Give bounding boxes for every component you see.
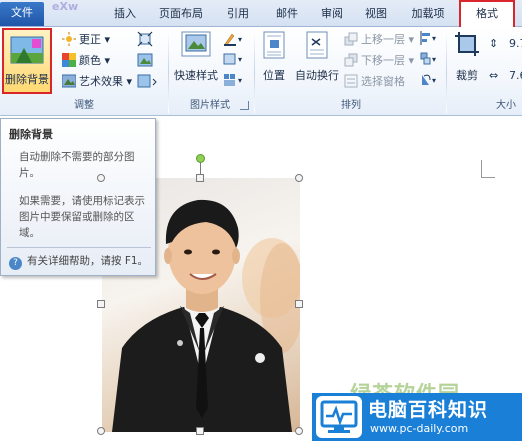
bring-forward-button[interactable]: 上移一层 ▾ (344, 31, 414, 49)
wrap-text-icon (306, 31, 328, 59)
resize-handle-bottom-left[interactable] (97, 427, 105, 435)
artistic-effects-label: 艺术效果 (79, 75, 123, 88)
monitor-icon (316, 396, 362, 438)
selection-pane-label: 选择窗格 (361, 75, 405, 88)
tab-format[interactable]: 格式 (459, 0, 515, 27)
picture-layout-icon[interactable]: ▾ (223, 73, 247, 87)
tab-file[interactable]: 文件 (0, 2, 44, 26)
resize-handle-right[interactable] (295, 300, 303, 308)
resize-handle-top-right[interactable] (295, 174, 303, 182)
compress-pictures-icon[interactable] (137, 31, 153, 47)
svg-text:▾: ▾ (432, 76, 436, 85)
width-value: 7.6 (509, 69, 522, 82)
ribbon-tab-row: 文件 eXw 插入 页面布局 引用 邮件 审阅 视图 加载项 格式 (0, 0, 522, 27)
quick-styles-icon (181, 31, 211, 57)
tooltip-divider (7, 247, 151, 248)
rotate-icon[interactable]: ▾ (420, 73, 440, 87)
group-separator (254, 31, 255, 113)
svg-text:▾: ▾ (238, 76, 242, 85)
remove-background-label: 删除背景 (5, 73, 49, 86)
width-field[interactable]: ⇔ 7.6 (489, 67, 522, 87)
height-value: 9.7 (509, 37, 522, 50)
align-icon[interactable]: ▾ (420, 31, 440, 45)
resize-handle-bottom-right[interactable] (295, 427, 303, 435)
send-backward-button[interactable]: 下移一层 ▾ (344, 52, 414, 70)
tooltip-text: 自动删除不需要的部分图 (19, 151, 135, 163)
reset-picture-icon[interactable] (137, 73, 159, 89)
ribbon: 删除背景 更正 ▾ 颜色 ▾ 艺术效果 ▾ 调整 快速样式 ▾ ▾ ▾ 图片样式… (0, 27, 522, 116)
height-field[interactable]: ⇕ 9.7 (489, 35, 522, 55)
corrections-label: 更正 (79, 33, 101, 46)
picture-styles-group-label: 图片样式 (190, 100, 230, 111)
height-icon: ⇕ (489, 37, 499, 50)
quick-styles-label: 快速样式 (174, 69, 218, 82)
tooltip-text: 图片中要保留或删除的区 (19, 211, 135, 223)
tab-addins[interactable]: 加载项 (406, 4, 450, 26)
wrap-text-button[interactable]: 自动换行 (294, 29, 340, 89)
color-palette-icon (62, 53, 76, 67)
remove-background-tooltip: 删除背景 自动删除不需要的部分图 片。 如果需要，请使用标记表示 图片中要保留或… (0, 118, 156, 276)
group-objects-icon[interactable]: ▾ (420, 52, 440, 66)
adjust-group-label: 调整 (74, 100, 94, 111)
tab-review[interactable]: 审阅 (315, 4, 349, 26)
crop-label: 裁剪 (456, 69, 478, 82)
help-icon: ? (9, 257, 22, 270)
color-label: 颜色 (79, 54, 101, 67)
resize-handle-bottom[interactable] (196, 427, 204, 435)
color-button[interactable]: 颜色 ▾ (62, 52, 110, 70)
watermark-badge: 电脑百科知识 www.pc-daily.com (312, 393, 522, 441)
app-logo-fragment: eXw (52, 0, 79, 13)
picture-effects-icon[interactable]: ▾ (223, 52, 247, 66)
tab-page-layout[interactable]: 页面布局 (156, 4, 206, 26)
position-label: 位置 (263, 69, 285, 82)
svg-text:▾: ▾ (238, 55, 242, 64)
tooltip-text: 域。 (19, 227, 40, 239)
group-separator (168, 31, 169, 113)
crop-button[interactable]: 裁剪 (450, 29, 484, 89)
picture-border-icon[interactable]: ▾ (223, 32, 247, 46)
wrap-text-label: 自动换行 (295, 69, 339, 82)
watermark-url: www.pc-daily.com (370, 422, 469, 435)
corrections-button[interactable]: 更正 ▾ (62, 31, 110, 49)
margin-corner-mark (481, 160, 495, 178)
remove-background-icon (10, 36, 44, 64)
position-button[interactable]: 位置 (258, 29, 290, 89)
arrange-group-label: 排列 (341, 100, 361, 111)
group-separator (446, 31, 447, 113)
rotation-handle[interactable] (196, 154, 205, 163)
selection-pane-icon (344, 74, 358, 88)
position-icon (263, 31, 285, 59)
svg-text:▾: ▾ (432, 34, 436, 43)
tab-view[interactable]: 视图 (359, 4, 393, 26)
width-icon: ⇔ (489, 69, 499, 82)
bring-forward-label: 上移一层 (361, 33, 405, 46)
selection-pane-button[interactable]: 选择窗格 (344, 73, 405, 91)
bring-forward-icon (344, 32, 358, 46)
tooltip-title: 删除背景 (9, 128, 53, 141)
resize-handle-top-left[interactable] (97, 174, 105, 182)
tooltip-text: 片。 (19, 167, 40, 179)
svg-text:▾: ▾ (238, 35, 242, 44)
dialog-launcher-icon[interactable] (240, 101, 249, 110)
artistic-effects-button[interactable]: 艺术效果 ▾ (61, 73, 132, 91)
tab-mailings[interactable]: 邮件 (270, 4, 304, 26)
crop-icon (455, 32, 479, 56)
tooltip-text: 如果需要，请使用标记表示 (19, 195, 145, 207)
watermark-title: 电脑百科知识 (368, 399, 489, 421)
sun-icon (62, 32, 76, 46)
tab-references[interactable]: 引用 (221, 4, 255, 26)
quick-styles-button[interactable]: 快速样式 (172, 29, 220, 89)
change-picture-icon[interactable] (137, 52, 153, 68)
svg-text:▾: ▾ (432, 55, 436, 64)
send-backward-icon (344, 53, 358, 67)
send-backward-label: 下移一层 (361, 54, 405, 67)
tooltip-help: ? 有关详细帮助，请按 F1。 (9, 253, 148, 270)
tab-insert[interactable]: 插入 (108, 4, 142, 26)
tooltip-help-text: 有关详细帮助，请按 F1。 (27, 255, 149, 267)
resize-handle-top[interactable] (196, 174, 204, 182)
size-group-label: 大小 (496, 100, 516, 111)
artistic-effects-icon (61, 74, 77, 88)
remove-background-button[interactable]: 删除背景 (2, 28, 52, 94)
resize-handle-left[interactable] (97, 300, 105, 308)
